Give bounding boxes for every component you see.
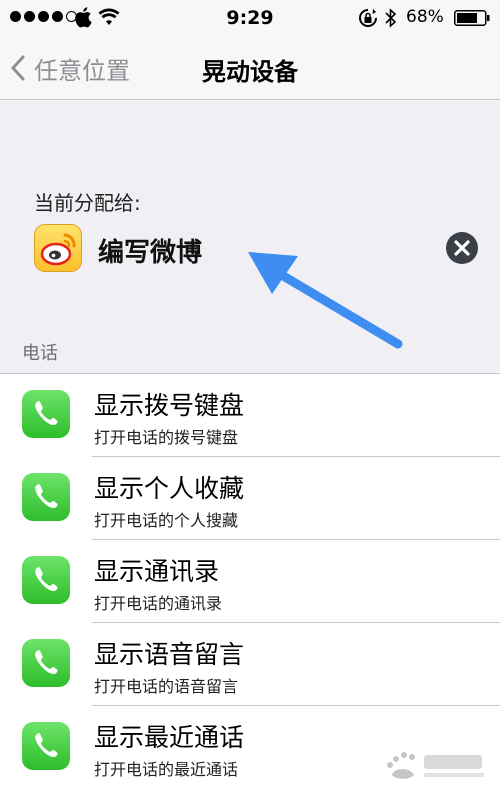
list-item-title: 显示语音留言 [94,640,245,669]
list-item-subtitle: 打开电话的语音留言 [94,677,239,696]
list-item[interactable]: 显示个人收藏 打开电话的个人搜藏 [0,457,500,540]
bluetooth-icon [385,8,397,28]
phone-icon [22,556,70,604]
phone-icon [22,722,70,770]
action-list: 显示拨号键盘 打开电话的拨号键盘 显示个人收藏 打开电话的个人搜藏 显示通讯录 … [0,373,500,791]
list-item[interactable]: 显示语音留言 打开电话的语音留言 [0,623,500,706]
phone-icon [22,390,70,438]
list-item-title: 显示最近通话 [94,723,245,752]
list-item-subtitle: 打开电话的最近通话 [94,760,239,779]
list-item-title: 显示个人收藏 [94,474,245,503]
navigation-bar: 任意位置 晃动设备 [0,36,500,100]
list-item-subtitle: 打开电话的拨号键盘 [94,428,239,447]
assigned-app-row: 编写微博 [0,222,500,278]
list-item[interactable]: 显示拨号键盘 打开电话的拨号键盘 [0,374,500,457]
list-item-subtitle: 打开电话的通讯录 [94,594,223,613]
battery-percent: 68% [406,7,444,27]
list-item-subtitle: 打开电话的个人搜藏 [94,511,239,530]
assigned-app-label: 编写微博 [98,238,203,268]
phone-icon [22,473,70,521]
list-item[interactable]: 显示通讯录 打开电话的通讯录 [0,540,500,623]
phone-icon [22,639,70,687]
assigned-header: 当前分配给: [34,191,141,215]
watermark-logo-icon [387,752,484,779]
clear-circle-icon [454,240,470,256]
list-item-title: 显示通讯录 [94,557,220,586]
section-header: 电话 [22,343,58,364]
rotation-lock-icon [359,9,377,27]
status-bar: 9:29 68% [0,0,500,36]
weibo-icon [34,224,82,272]
clear-button[interactable] [446,232,478,264]
battery-icon [454,10,490,26]
list-item-title: 显示拨号键盘 [94,391,245,420]
page-title: 晃动设备 [202,58,298,86]
